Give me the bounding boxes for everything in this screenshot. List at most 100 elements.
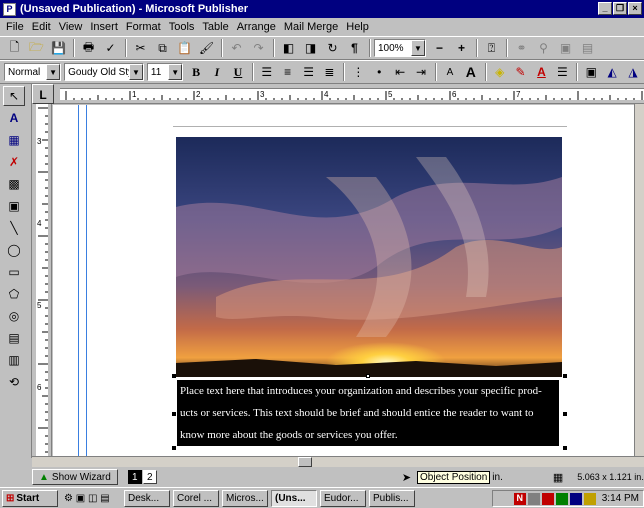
align-left-icon[interactable]: ☰ [257,62,277,82]
copy-icon[interactable]: ⧉ [152,38,173,58]
undo-icon[interactable]: ↶ [226,38,247,58]
clipart-tool-icon[interactable]: ▣ [3,196,25,216]
zoom-in-icon[interactable]: + [451,38,472,58]
rotate-right-icon[interactable]: ◮ [623,62,643,82]
task-corel[interactable]: Corel ... [173,489,219,507]
chevron-down-icon[interactable]: ▼ [411,40,425,56]
minimize-button[interactable]: _ [598,2,612,15]
ruler-corner[interactable]: L [32,84,54,104]
oval-tool-icon[interactable]: ◯ [3,240,25,260]
bullets-icon[interactable]: • [369,62,389,82]
bold-icon[interactable]: B [186,62,206,82]
italic-icon[interactable]: I [207,62,227,82]
web-icon[interactable]: ⚲ [533,38,554,58]
resize-handle[interactable] [563,446,567,450]
table-tool-icon[interactable]: ▦ [3,130,25,150]
tray-app-icon[interactable] [583,492,596,505]
open-icon[interactable]: 🗁 [26,38,47,58]
chevron-down-icon[interactable]: ▼ [168,64,183,80]
hyperlink-icon[interactable]: ⚭ [511,38,532,58]
text-tool-icon[interactable]: A [3,108,25,128]
justify-icon[interactable]: ≣ [320,62,340,82]
line-style-icon[interactable]: ☰ [552,62,572,82]
rotate-left-icon[interactable]: ◭ [602,62,622,82]
align-center-icon[interactable]: ≡ [278,62,298,82]
chevron-down-icon[interactable]: ▼ [46,64,61,80]
quick-launch[interactable]: ⚙ ▣ ◫ ▤ [61,490,121,507]
increase-font-icon[interactable]: A [461,62,481,82]
picture-tool-icon[interactable]: ▩ [3,174,25,194]
rotate-icon[interactable]: ↻ [322,38,343,58]
tray-app-icon[interactable] [569,492,582,505]
resize-handle[interactable] [172,374,176,378]
shadow-icon[interactable]: ▣ [581,62,601,82]
numbering-icon[interactable]: ⋮ [348,62,368,82]
new-icon[interactable]: 🗋 [4,38,25,58]
save-icon[interactable]: 💾 [48,38,69,58]
page-1-button[interactable]: 1 [127,470,142,484]
menu-edit[interactable]: Edit [28,21,55,33]
rectangle-tool-icon[interactable]: ▭ [3,262,25,282]
tray-app-icon[interactable] [555,492,568,505]
fill-color-icon[interactable]: ◈ [490,62,510,82]
special-characters-icon[interactable]: ¶ [344,38,365,58]
hotspot-icon[interactable]: ◎ [3,306,25,326]
web-properties-icon[interactable]: ▤ [577,38,598,58]
zoom-out-icon[interactable]: − [429,38,450,58]
menu-mail-merge[interactable]: Mail Merge [280,21,342,33]
start-button[interactable]: ⊞ Start [2,489,58,507]
vertical-scrollbar[interactable] [634,104,644,456]
decrease-indent-icon[interactable]: ⇤ [390,62,410,82]
vertical-ruler[interactable]: 3 4 5 6 [32,104,52,456]
horizontal-scrollbar[interactable] [32,456,644,467]
form-control-icon[interactable]: ▤ [3,328,25,348]
format-painter-icon[interactable]: 🖌 [196,38,217,58]
print-icon[interactable]: 🖶 [78,38,99,58]
zoom-select[interactable]: 100% ▼ [374,39,426,57]
menu-tools[interactable]: Tools [165,21,199,33]
align-right-icon[interactable]: ☰ [299,62,319,82]
task-microsoft[interactable]: Micros... [222,489,268,507]
task-desktop[interactable]: Desk... [124,489,170,507]
menu-insert[interactable]: Insert [86,21,122,33]
paste-icon[interactable]: 📋 [174,38,195,58]
design-gallery-icon[interactable]: ⟲ [3,372,25,392]
sunset-photo[interactable] [176,137,562,377]
publication-page[interactable]: Place text here that introduces your org… [53,105,634,456]
pointer-icon[interactable]: ↖ [3,86,25,106]
resize-handle[interactable] [172,446,176,450]
chevron-down-icon[interactable]: ▼ [128,64,143,80]
resize-handle[interactable] [563,374,567,378]
html-code-icon[interactable]: ▥ [3,350,25,370]
spelling-icon[interactable]: ✓ [100,38,121,58]
show-wizard-button[interactable]: ▲ Show Wizard [32,469,118,485]
menu-arrange[interactable]: Arrange [233,21,280,33]
bring-front-icon[interactable]: ◧ [278,38,299,58]
redo-icon[interactable]: ↷ [248,38,269,58]
font-color-icon[interactable]: A [532,62,552,82]
font-select[interactable]: Goudy Old Style ▼ [64,63,144,81]
maximize-button[interactable]: ❐ [613,2,627,15]
font-size-select[interactable]: 11 ▼ [146,63,184,81]
menu-table[interactable]: Table [198,21,232,33]
custom-shapes-icon[interactable]: ⬠ [3,284,25,304]
web-preview-icon[interactable]: ▣ [555,38,576,58]
task-eudora[interactable]: Eudor... [320,489,366,507]
increase-indent-icon[interactable]: ⇥ [411,62,431,82]
menu-view[interactable]: View [55,21,87,33]
send-back-icon[interactable]: ◨ [300,38,321,58]
decrease-font-icon[interactable]: A [440,62,460,82]
line-color-icon[interactable]: ✎ [511,62,531,82]
line-tool-icon[interactable]: ╲ [3,218,25,238]
close-button[interactable]: × [628,2,642,15]
resize-handle[interactable] [366,374,370,378]
tray-app-icon[interactable] [541,492,554,505]
wordart-tool-icon[interactable]: ✗ [3,152,25,172]
horizontal-scroll-thumb[interactable] [298,457,312,467]
horizontal-ruler[interactable]: 1 2 3 4 5 6 7 [32,84,644,104]
page-2-button[interactable]: 2 [142,470,157,484]
task-publisher[interactable]: Publis... [369,489,415,507]
menu-format[interactable]: Format [122,21,165,33]
resize-handle[interactable] [172,412,176,416]
style-select[interactable]: Normal ▼ [4,63,62,81]
